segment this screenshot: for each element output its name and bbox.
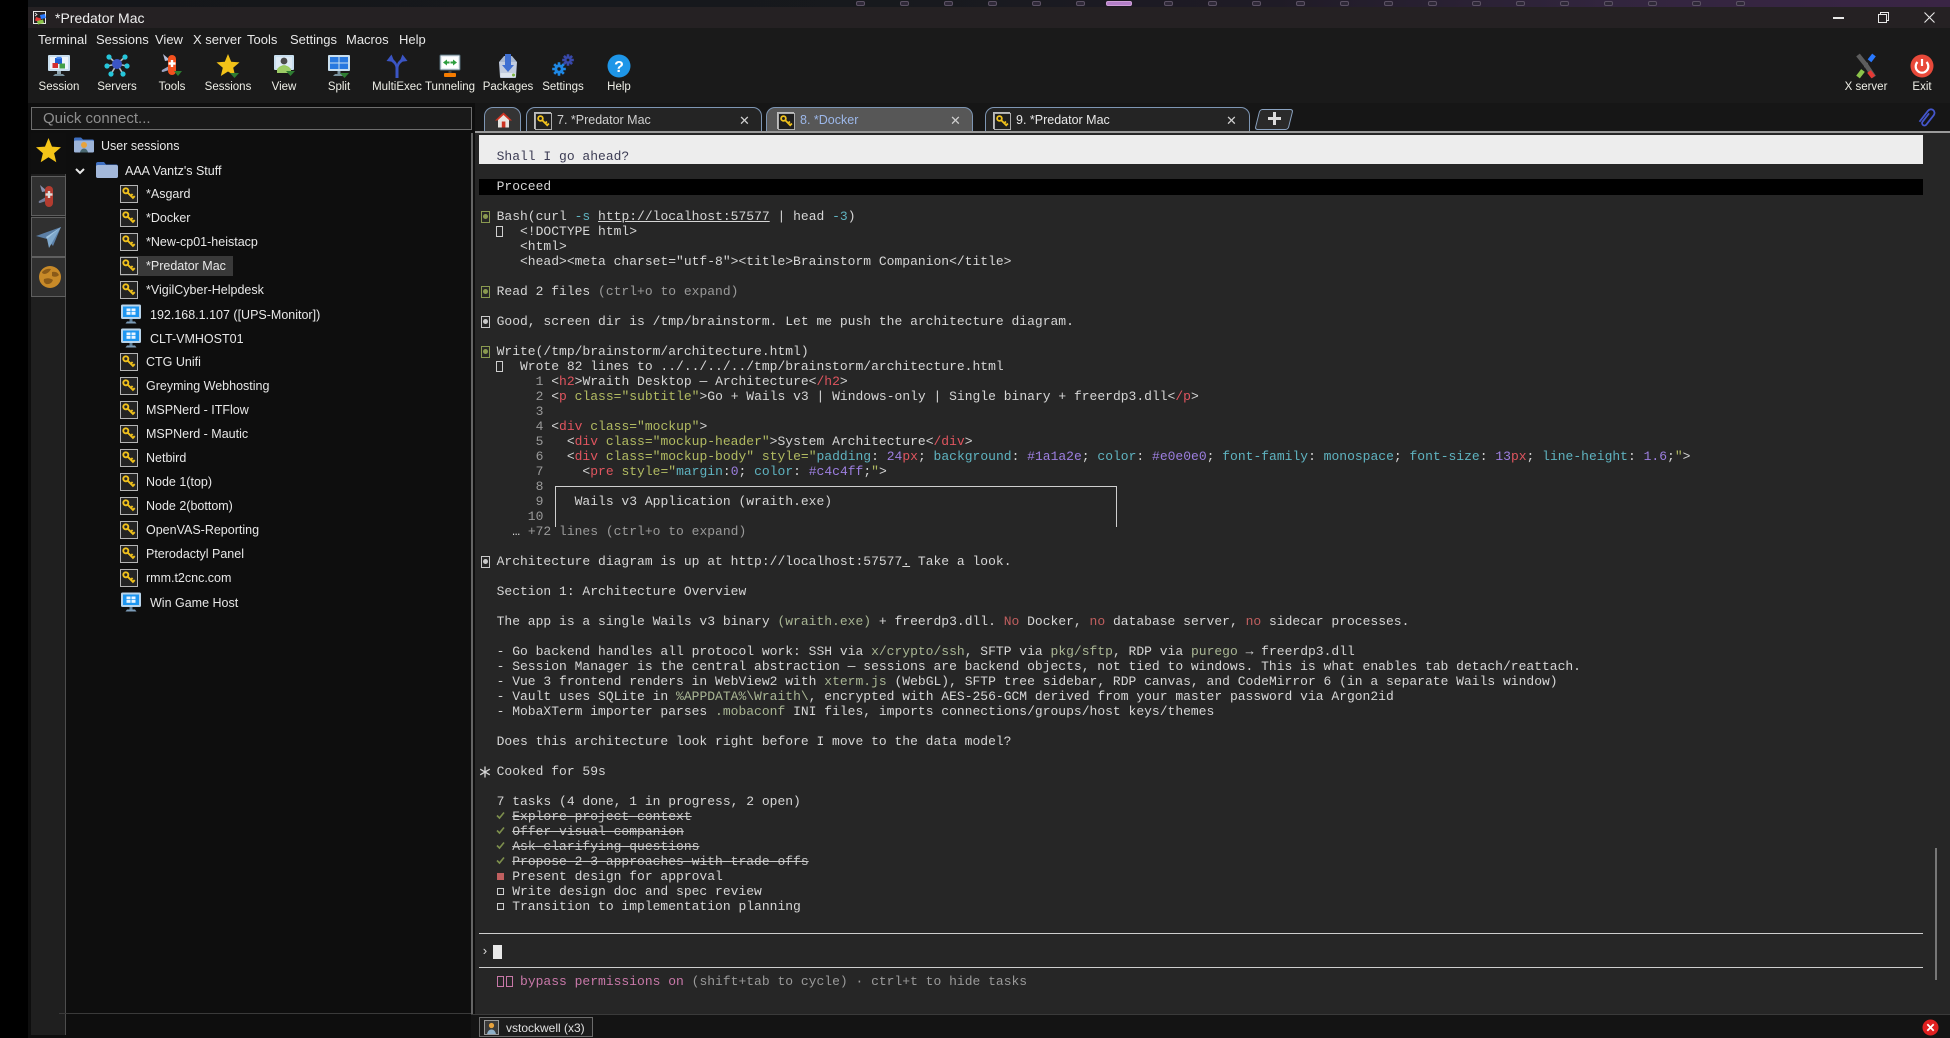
svg-text:?: ? (614, 59, 624, 76)
